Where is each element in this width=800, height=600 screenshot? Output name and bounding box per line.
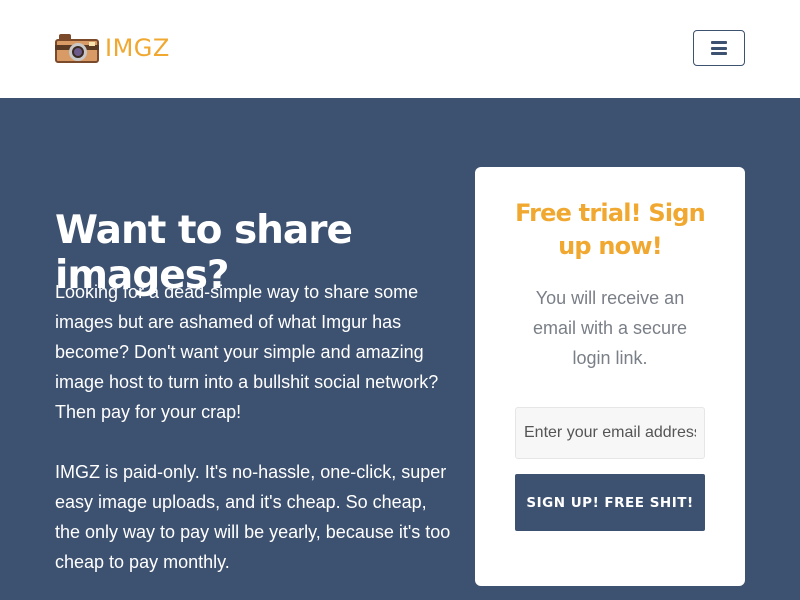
hero-paragraph-2: IMGZ is paid-only. It's no-hassle, one-c… <box>55 462 451 572</box>
camera-icon <box>55 33 99 63</box>
top-navbar: IMGZ <box>0 0 800 98</box>
brand-name: IMGZ <box>105 34 170 62</box>
signup-card: Free trial! Sign up now! You will receiv… <box>475 167 745 586</box>
signup-title: Free trial! Sign up now! <box>515 199 706 260</box>
hamburger-icon <box>711 41 727 55</box>
menu-toggle-button[interactable] <box>693 30 745 66</box>
signup-button[interactable]: SIGN UP! FREE SHIT! <box>515 474 705 531</box>
email-input[interactable] <box>515 407 705 459</box>
signup-description: You will receive an email with a secure … <box>532 288 688 368</box>
brand-link[interactable]: IMGZ <box>55 30 170 66</box>
hero-paragraph-1: Looking for a dead-simple way to share s… <box>55 282 439 422</box>
